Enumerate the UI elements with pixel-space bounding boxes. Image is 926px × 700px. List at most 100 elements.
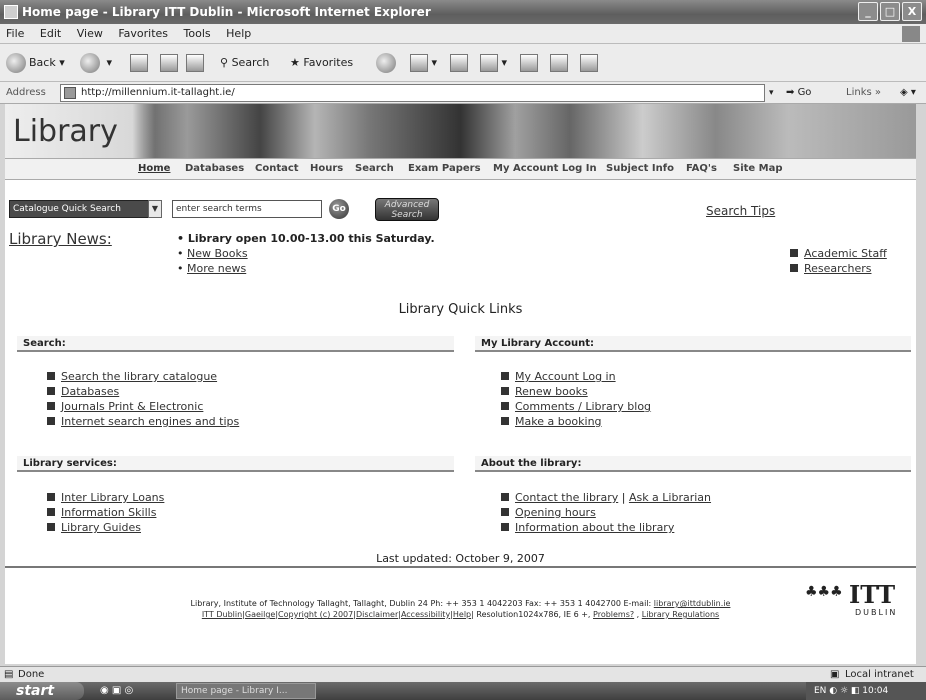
about-library-link[interactable]: Information about the library — [515, 521, 674, 534]
address-label: Address — [6, 87, 46, 98]
edit-button[interactable]: ▾ — [480, 52, 507, 74]
home-button[interactable] — [186, 52, 204, 74]
nav-faqs[interactable]: FAQ's — [686, 159, 717, 179]
contact-library-link[interactable]: Contact the library — [515, 491, 618, 504]
library-guides-link[interactable]: Library Guides — [61, 521, 141, 534]
research-button[interactable] — [550, 52, 568, 74]
nav-hours[interactable]: Hours — [310, 159, 343, 179]
new-books-link[interactable]: New Books — [187, 247, 248, 260]
messenger-button[interactable] — [580, 52, 598, 74]
inter-library-loans-link[interactable]: Inter Library Loans — [61, 491, 164, 504]
library-logo: Library — [5, 104, 155, 158]
last-updated: Last updated: October 9, 2007 — [376, 552, 545, 565]
people-icon: ♣♣♣ — [805, 584, 843, 600]
menu-tools[interactable]: Tools — [184, 27, 211, 40]
back-button[interactable]: Back ▾ — [6, 52, 65, 74]
taskbar-window-button[interactable]: Home page - Library I... — [176, 683, 316, 699]
bullet-icon — [501, 387, 509, 395]
start-button[interactable]: start — [0, 682, 84, 700]
refresh-button[interactable] — [160, 52, 178, 74]
search-go-button[interactable]: Go — [329, 199, 349, 219]
footer-link-disclaimer[interactable]: Disclaimer — [356, 610, 398, 619]
ask-librarian-link[interactable]: Ask a Librarian — [629, 491, 711, 504]
nav-home[interactable]: Home — [138, 159, 170, 179]
list-item: Make a booking — [501, 414, 651, 429]
extra-toolbar-icon[interactable]: ◈ ▾ — [900, 82, 916, 104]
window-title: Home page - Library ITT Dublin - Microso… — [22, 5, 431, 19]
nav-databases[interactable]: Databases — [185, 159, 244, 179]
search-section-header: Search: — [17, 336, 454, 352]
renew-books-link[interactable]: Renew books — [515, 385, 588, 398]
favorites-button[interactable]: ★ Favorites — [290, 52, 353, 74]
media-button[interactable] — [376, 52, 399, 74]
forward-button[interactable]: ▾ — [80, 52, 112, 74]
go-button[interactable]: ➡ Go — [786, 82, 811, 104]
language-indicator[interactable]: EN — [814, 686, 826, 696]
star-icon: ★ — [290, 56, 300, 69]
address-input[interactable]: http://millennium.it-tallaght.ie/ — [60, 84, 765, 102]
catalogue-link[interactable]: Search the library catalogue — [61, 370, 217, 383]
comments-blog-link[interactable]: Comments / Library blog — [515, 400, 651, 413]
page-content: Library Home Databases Contact Hours Sea… — [5, 104, 916, 664]
status-text: Done — [18, 669, 45, 680]
nav-search[interactable]: Search — [355, 159, 394, 179]
nav-site-map[interactable]: Site Map — [733, 159, 783, 179]
opening-hours-link[interactable]: Opening hours — [515, 506, 596, 519]
stop-button[interactable] — [130, 52, 148, 74]
menu-help[interactable]: Help — [226, 27, 251, 40]
print-button[interactable] — [450, 52, 468, 74]
catalogue-select[interactable]: Catalogue Quick Search ▼ — [9, 200, 162, 218]
problems-link[interactable]: Problems? — [593, 610, 634, 619]
account-login-link[interactable]: My Account Log in — [515, 370, 616, 383]
menu-favorites[interactable]: Favorites — [118, 27, 168, 40]
print-icon — [450, 54, 468, 72]
list-item: Renew books — [501, 384, 651, 399]
nav-exam-papers[interactable]: Exam Papers — [408, 159, 481, 179]
page-icon: ▤ — [4, 669, 14, 680]
list-item: Journals Print & Electronic — [47, 399, 239, 414]
about-links: Contact the library | Ask a Librarian Op… — [501, 490, 711, 535]
library-regulations-link[interactable]: Library Regulations — [642, 610, 719, 619]
email-link[interactable]: library@ittdublin.ie — [654, 599, 731, 608]
edit-icon — [480, 54, 498, 72]
advanced-search-button[interactable]: Advanced Search — [375, 198, 439, 221]
footer-link-help[interactable]: Help — [453, 610, 471, 619]
footer-link-itt[interactable]: ITT Dublin — [202, 610, 242, 619]
services-section-header: Library services: — [17, 456, 454, 472]
history-icon — [410, 54, 428, 72]
search-input[interactable]: enter search terms — [172, 200, 322, 218]
more-news-link[interactable]: More news — [187, 262, 246, 275]
close-button[interactable]: X — [902, 2, 922, 21]
journals-link[interactable]: Journals Print & Electronic — [61, 400, 203, 413]
minimize-button[interactable]: _ — [858, 2, 878, 21]
library-news-heading[interactable]: Library News: — [9, 230, 112, 248]
footer-link-gaeilge[interactable]: Gaeilge — [245, 610, 275, 619]
nav-subject-info[interactable]: Subject Info — [606, 159, 674, 179]
discuss-button[interactable] — [520, 52, 538, 74]
history-button[interactable]: ▾ — [410, 52, 437, 74]
databases-link[interactable]: Databases — [61, 385, 119, 398]
nav-contact[interactable]: Contact — [255, 159, 299, 179]
list-item: Inter Library Loans — [47, 490, 164, 505]
make-booking-link[interactable]: Make a booking — [515, 415, 602, 428]
search-tips-link[interactable]: Search Tips — [706, 204, 775, 218]
information-skills-link[interactable]: Information Skills — [61, 506, 156, 519]
menu-edit[interactable]: Edit — [40, 27, 61, 40]
news-item: • More news — [177, 262, 247, 275]
researchers-link[interactable]: Researchers — [804, 262, 871, 275]
address-dropdown-icon[interactable]: ▾ — [769, 82, 774, 104]
menu-file[interactable]: File — [6, 27, 24, 40]
footer-link-copyright[interactable]: Copyright (c) 2007 — [278, 610, 353, 619]
menu-view[interactable]: View — [77, 27, 103, 40]
quick-launch-icons[interactable]: ◉ ▣ ◎ — [100, 682, 133, 700]
links-button[interactable]: Links » — [846, 82, 881, 104]
footer-link-accessibility[interactable]: Accessibility — [401, 610, 450, 619]
search-button[interactable]: ⚲ Search — [220, 52, 269, 74]
bullet-icon — [47, 417, 55, 425]
maximize-button[interactable]: □ — [880, 2, 900, 21]
internet-search-link[interactable]: Internet search engines and tips — [61, 415, 239, 428]
nav-my-account[interactable]: My Account Log In — [493, 159, 597, 179]
chevron-down-icon[interactable]: ▼ — [148, 200, 162, 218]
academic-staff-link[interactable]: Academic Staff — [804, 247, 887, 260]
menu-bar: File Edit View Favorites Tools Help — [0, 24, 926, 44]
